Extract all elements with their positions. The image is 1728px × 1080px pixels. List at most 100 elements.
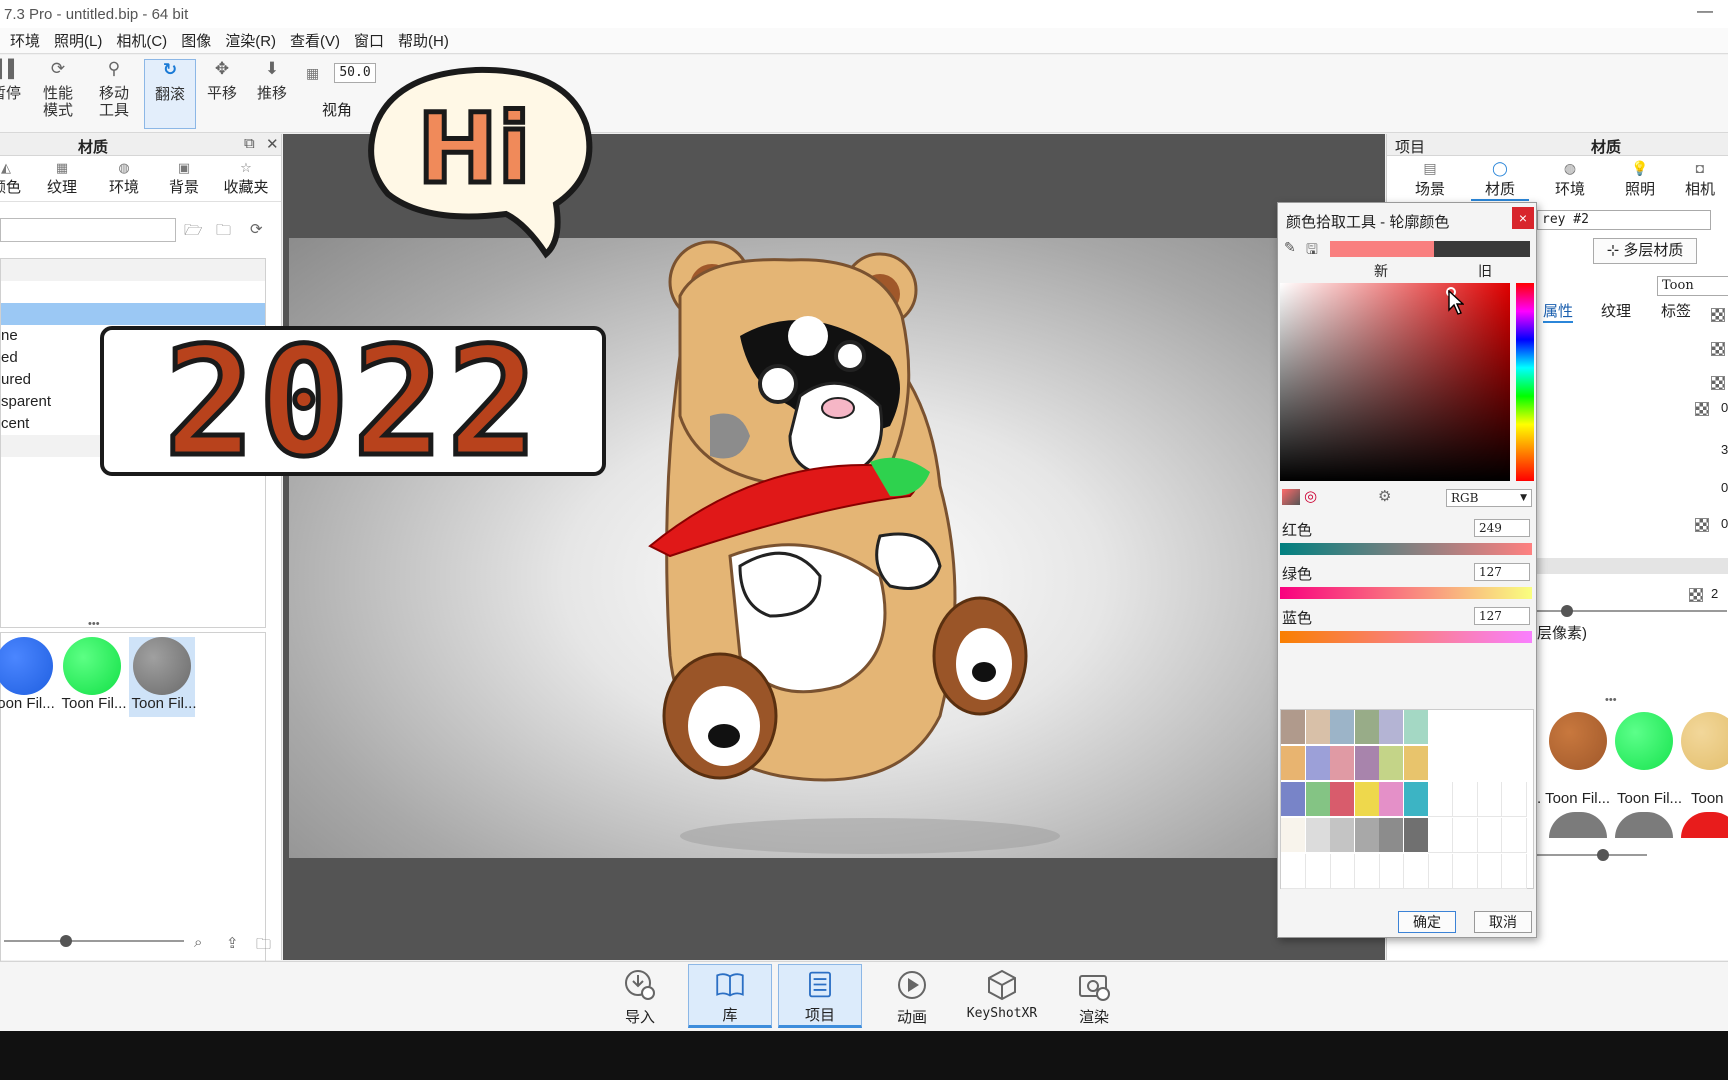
menu-window[interactable]: 窗口: [354, 30, 384, 51]
palette-swatch[interactable]: [1403, 782, 1429, 817]
tree-row[interactable]: [1, 259, 265, 281]
palette-swatch[interactable]: [1403, 818, 1429, 853]
menu-image[interactable]: 图像: [181, 30, 211, 51]
palette-empty-slot[interactable]: [1281, 854, 1306, 889]
field-value[interactable]: 2: [1711, 586, 1718, 601]
material-ball[interactable]: [1681, 712, 1728, 770]
palette-swatch[interactable]: [1281, 818, 1306, 853]
move-tool-button[interactable]: ⚲ 移动 工具: [88, 59, 140, 129]
field-value[interactable]: 3: [1721, 442, 1728, 457]
palette-empty-slot[interactable]: [1428, 818, 1453, 853]
refresh-icon[interactable]: ⟳: [250, 220, 263, 238]
menu-help[interactable]: 帮助(H): [398, 30, 449, 51]
texture-icon[interactable]: [1711, 376, 1725, 390]
palette-swatch[interactable]: [1354, 818, 1380, 853]
material-ball[interactable]: [1615, 812, 1673, 838]
field-value[interactable]: 0: [1721, 480, 1728, 495]
tab-backplates[interactable]: ▣ 背景: [156, 160, 212, 197]
palette-swatch[interactable]: [1281, 710, 1306, 745]
palette-swatch[interactable]: [1354, 782, 1380, 817]
palette-swatch[interactable]: [1379, 746, 1404, 781]
undock-icon[interactable]: ⧉: [244, 135, 255, 152]
tab-scene[interactable]: ▤ 场景: [1401, 160, 1459, 199]
material-ball[interactable]: [1549, 812, 1607, 838]
palette-empty-slot[interactable]: [1330, 854, 1355, 889]
ok-button[interactable]: 确定: [1398, 911, 1456, 933]
hue-slider[interactable]: [1516, 283, 1534, 481]
animation-button[interactable]: 动画: [870, 964, 954, 1028]
menu-lighting[interactable]: 照明(L): [54, 30, 102, 51]
library-search-input[interactable]: [0, 218, 176, 242]
cancel-button[interactable]: 取消: [1474, 911, 1532, 933]
close-icon[interactable]: ✕: [266, 135, 279, 153]
palette-empty-slot[interactable]: [1501, 854, 1527, 889]
material-ball[interactable]: [1615, 712, 1673, 770]
material-thumb[interactable]: oon Fil...: [0, 637, 57, 717]
thumbnail-size-slider[interactable]: [4, 935, 184, 947]
palette-swatch[interactable]: [1305, 746, 1331, 781]
slider-knob[interactable]: [60, 935, 72, 947]
palette-swatch[interactable]: [1330, 710, 1355, 745]
palette-swatch[interactable]: [1330, 746, 1355, 781]
subtab-properties[interactable]: 属性: [1543, 300, 1574, 323]
field-value[interactable]: 0: [1721, 516, 1728, 531]
subtab-labels[interactable]: 标签: [1661, 300, 1691, 321]
import-button[interactable]: 导入: [598, 964, 682, 1028]
palette-swatch[interactable]: [1330, 782, 1355, 817]
tumble-button[interactable]: ↻ 翻滚: [144, 59, 196, 129]
material-thumb[interactable]: Toon Fil...: [59, 637, 127, 717]
slider-knob[interactable]: [1597, 849, 1609, 861]
palette-swatch[interactable]: [1354, 746, 1380, 781]
texture-icon[interactable]: [1711, 342, 1725, 356]
material-thumb-selected[interactable]: Toon Fil...: [129, 637, 197, 717]
saturation-value-field[interactable]: [1280, 283, 1510, 481]
pan-button[interactable]: ✥ 平移: [196, 59, 248, 129]
texture-icon[interactable]: [1711, 308, 1725, 322]
tab-environments[interactable]: ◍ 环境: [96, 160, 152, 197]
palette-empty-slot[interactable]: [1452, 818, 1478, 853]
palette-empty-slot[interactable]: [1477, 782, 1502, 817]
color-mode-select[interactable]: RGB ▼: [1446, 489, 1532, 507]
menu-view[interactable]: 查看(V): [290, 30, 340, 51]
palette-empty-slot[interactable]: [1452, 782, 1478, 817]
palette-empty-slot[interactable]: [1354, 854, 1380, 889]
folder-icon[interactable]: 🗀: [256, 934, 271, 959]
palette-empty-slot[interactable]: [1403, 854, 1429, 889]
palette-swatch[interactable]: [1281, 782, 1306, 817]
red-value-input[interactable]: 249: [1474, 519, 1530, 537]
pause-button[interactable]: ▌▌ 暂停: [0, 59, 32, 129]
material-ball[interactable]: [1549, 712, 1607, 770]
property-slider[interactable]: [1537, 605, 1727, 617]
material-ball[interactable]: [1681, 812, 1728, 838]
texture-icon[interactable]: [1695, 518, 1709, 532]
palette-swatch[interactable]: [1379, 818, 1404, 853]
old-color-swatch[interactable]: [1434, 241, 1530, 257]
library-button[interactable]: 库: [688, 964, 772, 1028]
dolly-button[interactable]: ⬇ 推移: [246, 59, 298, 129]
slider-knob[interactable]: [1561, 605, 1573, 617]
palette-swatch[interactable]: [1305, 782, 1331, 817]
gear-icon[interactable]: ⚙: [1378, 487, 1391, 505]
tab-lighting[interactable]: 💡 照明: [1611, 160, 1669, 199]
red-slider[interactable]: [1280, 543, 1532, 555]
menu-environment[interactable]: 环境: [10, 30, 40, 51]
green-slider[interactable]: [1280, 587, 1532, 599]
folder-open-icon[interactable]: 🗁: [184, 220, 203, 245]
keyshotxr-button[interactable]: KeyShotXR: [960, 964, 1044, 1028]
material-name-input[interactable]: rey #2: [1537, 210, 1711, 230]
search-icon[interactable]: ⌕: [194, 934, 202, 951]
palette-swatch[interactable]: [1354, 710, 1380, 745]
tab-material[interactable]: ◯ 材质: [1471, 160, 1529, 201]
menu-camera[interactable]: 相机(C): [116, 30, 167, 51]
palette-empty-slot[interactable]: [1428, 782, 1453, 817]
palette-empty-slot[interactable]: [1428, 854, 1453, 889]
performance-mode-button[interactable]: ⟳ 性能 模式: [32, 59, 84, 129]
section-header[interactable]: [1537, 558, 1728, 574]
eyedropper-icon[interactable]: ✎: [1284, 239, 1296, 256]
palette-swatch[interactable]: [1330, 818, 1355, 853]
project-button[interactable]: 项目: [778, 964, 862, 1028]
field-value[interactable]: 0: [1721, 400, 1728, 415]
green-value-input[interactable]: 127: [1474, 563, 1530, 581]
folder-add-icon[interactable]: 🗀: [216, 220, 231, 245]
palette-swatch[interactable]: [1403, 710, 1429, 745]
